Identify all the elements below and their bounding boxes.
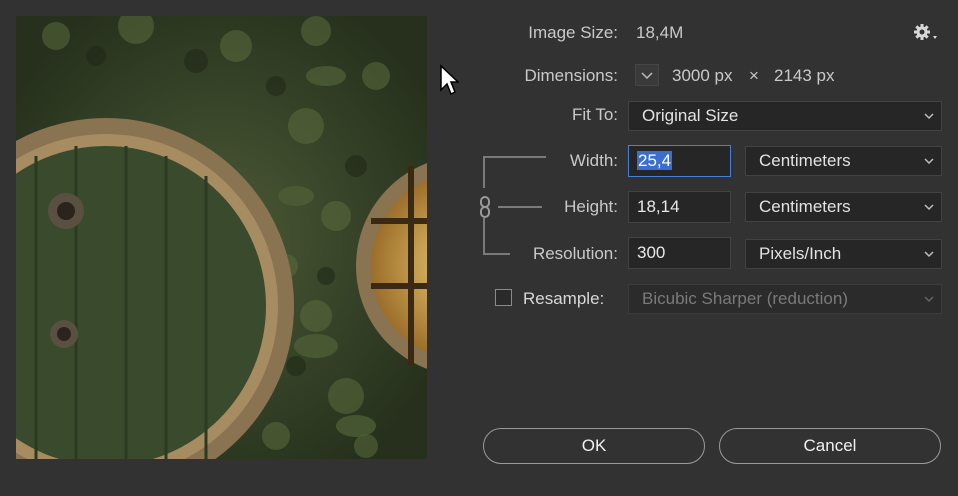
- resolution-input[interactable]: 300: [628, 237, 731, 269]
- preview-image: [16, 16, 427, 459]
- mouse-pointer-icon: [440, 64, 459, 96]
- chevron-down-icon: [923, 240, 935, 278]
- dimensions-label: Dimensions:: [524, 66, 618, 85]
- width-unit-select[interactable]: Centimeters: [745, 146, 942, 176]
- dimensions-times: ×: [749, 66, 759, 85]
- image-preview[interactable]: [16, 16, 427, 459]
- dimensions-width: 3000 px: [672, 66, 733, 85]
- chevron-down-icon: [923, 285, 935, 323]
- resolution-label: Resolution:: [532, 244, 618, 263]
- height-unit-value: Centimeters: [759, 197, 851, 216]
- fit-to-label: Fit To:: [572, 105, 618, 124]
- fit-to-select[interactable]: Original Size: [628, 101, 942, 131]
- height-unit-select[interactable]: Centimeters: [745, 192, 942, 222]
- gear-icon: [914, 24, 937, 40]
- fit-to-value: Original Size: [642, 106, 739, 125]
- resolution-unit-select[interactable]: Pixels/Inch: [745, 239, 942, 269]
- chevron-down-icon: [641, 72, 653, 80]
- cancel-button[interactable]: Cancel: [719, 428, 941, 464]
- width-label: Width:: [569, 151, 618, 170]
- height-value: 18,14: [637, 197, 680, 216]
- width-unit-value: Centimeters: [759, 151, 851, 170]
- image-size-label: Image Size:: [528, 23, 618, 42]
- chevron-down-icon: [923, 147, 935, 185]
- width-value: 25,4: [637, 151, 673, 170]
- resolution-unit-value: Pixels/Inch: [759, 244, 842, 263]
- settings-menu-button[interactable]: [913, 23, 939, 43]
- dimensions-unit-toggle[interactable]: [635, 64, 659, 86]
- chevron-down-icon: [923, 193, 935, 231]
- resolution-value: 300: [637, 243, 666, 262]
- dimensions-height: 2143 px: [774, 66, 835, 85]
- resample-label: Resample:: [523, 289, 605, 308]
- image-size-value: 18,4M: [636, 23, 684, 42]
- height-input[interactable]: 18,14: [628, 191, 731, 223]
- height-label: Height:: [564, 197, 618, 216]
- resample-checkbox[interactable]: [495, 289, 512, 306]
- resample-method-select: Bicubic Sharper (reduction): [628, 284, 942, 314]
- ok-button[interactable]: OK: [483, 428, 705, 464]
- resample-method-value: Bicubic Sharper (reduction): [642, 289, 848, 308]
- chevron-down-icon: [923, 102, 935, 140]
- width-input[interactable]: 25,4: [628, 145, 731, 177]
